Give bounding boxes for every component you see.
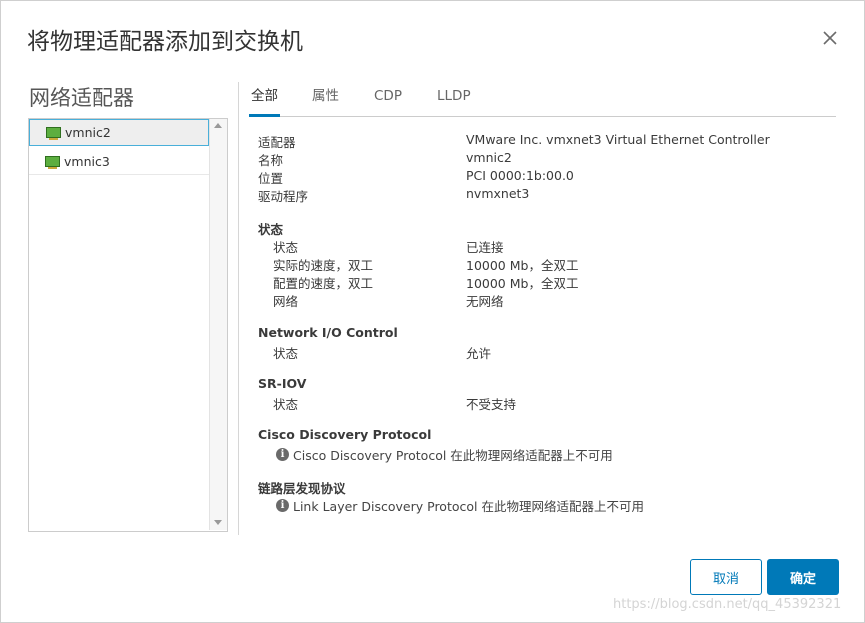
close-icon[interactable]	[820, 28, 840, 48]
adapter-label-text: 适配器	[258, 135, 296, 150]
nioc-section-title: Network I/O Control	[258, 325, 398, 340]
tab-cdp[interactable]: CDP	[374, 86, 402, 116]
lldp-info: i Link Layer Discovery Protocol 在此物理网络适配…	[276, 496, 644, 515]
tab-all[interactable]: 全部	[249, 86, 280, 117]
status-label: 状态	[273, 240, 299, 255]
scroll-up-icon[interactable]	[214, 123, 222, 128]
cdp-message: Cisco Discovery Protocol 在此物理网络适配器上不可用	[293, 448, 613, 463]
info-icon: i	[276, 448, 289, 461]
status-section-title: 状态	[258, 222, 284, 237]
driver-label: 驱动程序	[258, 189, 309, 204]
lldp-section-title: 链路层发现协议	[258, 481, 346, 496]
cdp-info: i Cisco Discovery Protocol 在此物理网络适配器上不可用	[276, 445, 613, 464]
tab-lldp[interactable]: LLDP	[437, 86, 471, 116]
configured-speed-value: 10000 Mb，全双工	[466, 276, 579, 291]
network-label: 网络	[273, 294, 299, 309]
lldp-message: Link Layer Discovery Protocol 在此物理网络适配器上…	[293, 499, 644, 514]
driver-value: nvmxnet3	[466, 186, 530, 201]
nioc-status-value: 允许	[466, 346, 492, 361]
location-label: 位置	[258, 171, 284, 186]
adapter-list: vmnic2 vmnic3	[28, 118, 228, 532]
cancel-button[interactable]: 取消	[690, 559, 762, 595]
location-value: PCI 0000:1b:00.0	[466, 168, 574, 183]
network-card-icon	[46, 127, 61, 140]
actual-speed-label: 实际的速度，双工	[273, 258, 374, 273]
adapter-label: vmnic2	[65, 125, 111, 140]
detail-tabs: 全部 属性 CDP LLDP	[249, 86, 836, 117]
dialog-title: 将物理适配器添加到交换机	[27, 29, 303, 55]
tab-properties[interactable]: 属性	[312, 86, 339, 116]
sriov-section-title: SR-IOV	[258, 376, 307, 391]
nioc-status-label: 状态	[273, 346, 299, 361]
adapter-value: VMware Inc. vmxnet3 Virtual Ethernet Con…	[466, 132, 770, 147]
name-label: 名称	[258, 153, 284, 168]
cdp-section-title: Cisco Discovery Protocol	[258, 427, 432, 442]
sriov-status-value: 不受支持	[466, 397, 517, 412]
ok-button[interactable]: 确定	[767, 559, 839, 595]
adapter-label: vmnic3	[64, 153, 110, 169]
actual-speed-value: 10000 Mb，全双工	[466, 258, 579, 273]
network-value: 无网络	[466, 294, 504, 309]
scroll-down-icon[interactable]	[214, 520, 222, 525]
panel-divider	[238, 82, 239, 535]
network-card-icon	[45, 155, 60, 169]
configured-speed-label: 配置的速度，双工	[273, 276, 374, 291]
adapter-item-vmnic3[interactable]: vmnic3	[29, 148, 209, 175]
status-value: 已连接	[466, 240, 504, 255]
info-icon: i	[276, 499, 289, 512]
adapter-item-vmnic2[interactable]: vmnic2	[29, 119, 209, 146]
name-value: vmnic2	[466, 150, 512, 165]
adapter-list-scrollbar[interactable]	[209, 119, 227, 530]
watermark: https://blog.csdn.net/qq_45392321	[613, 597, 842, 612]
sriov-status-label: 状态	[273, 397, 299, 412]
adapters-heading: 网络适配器	[29, 86, 134, 110]
